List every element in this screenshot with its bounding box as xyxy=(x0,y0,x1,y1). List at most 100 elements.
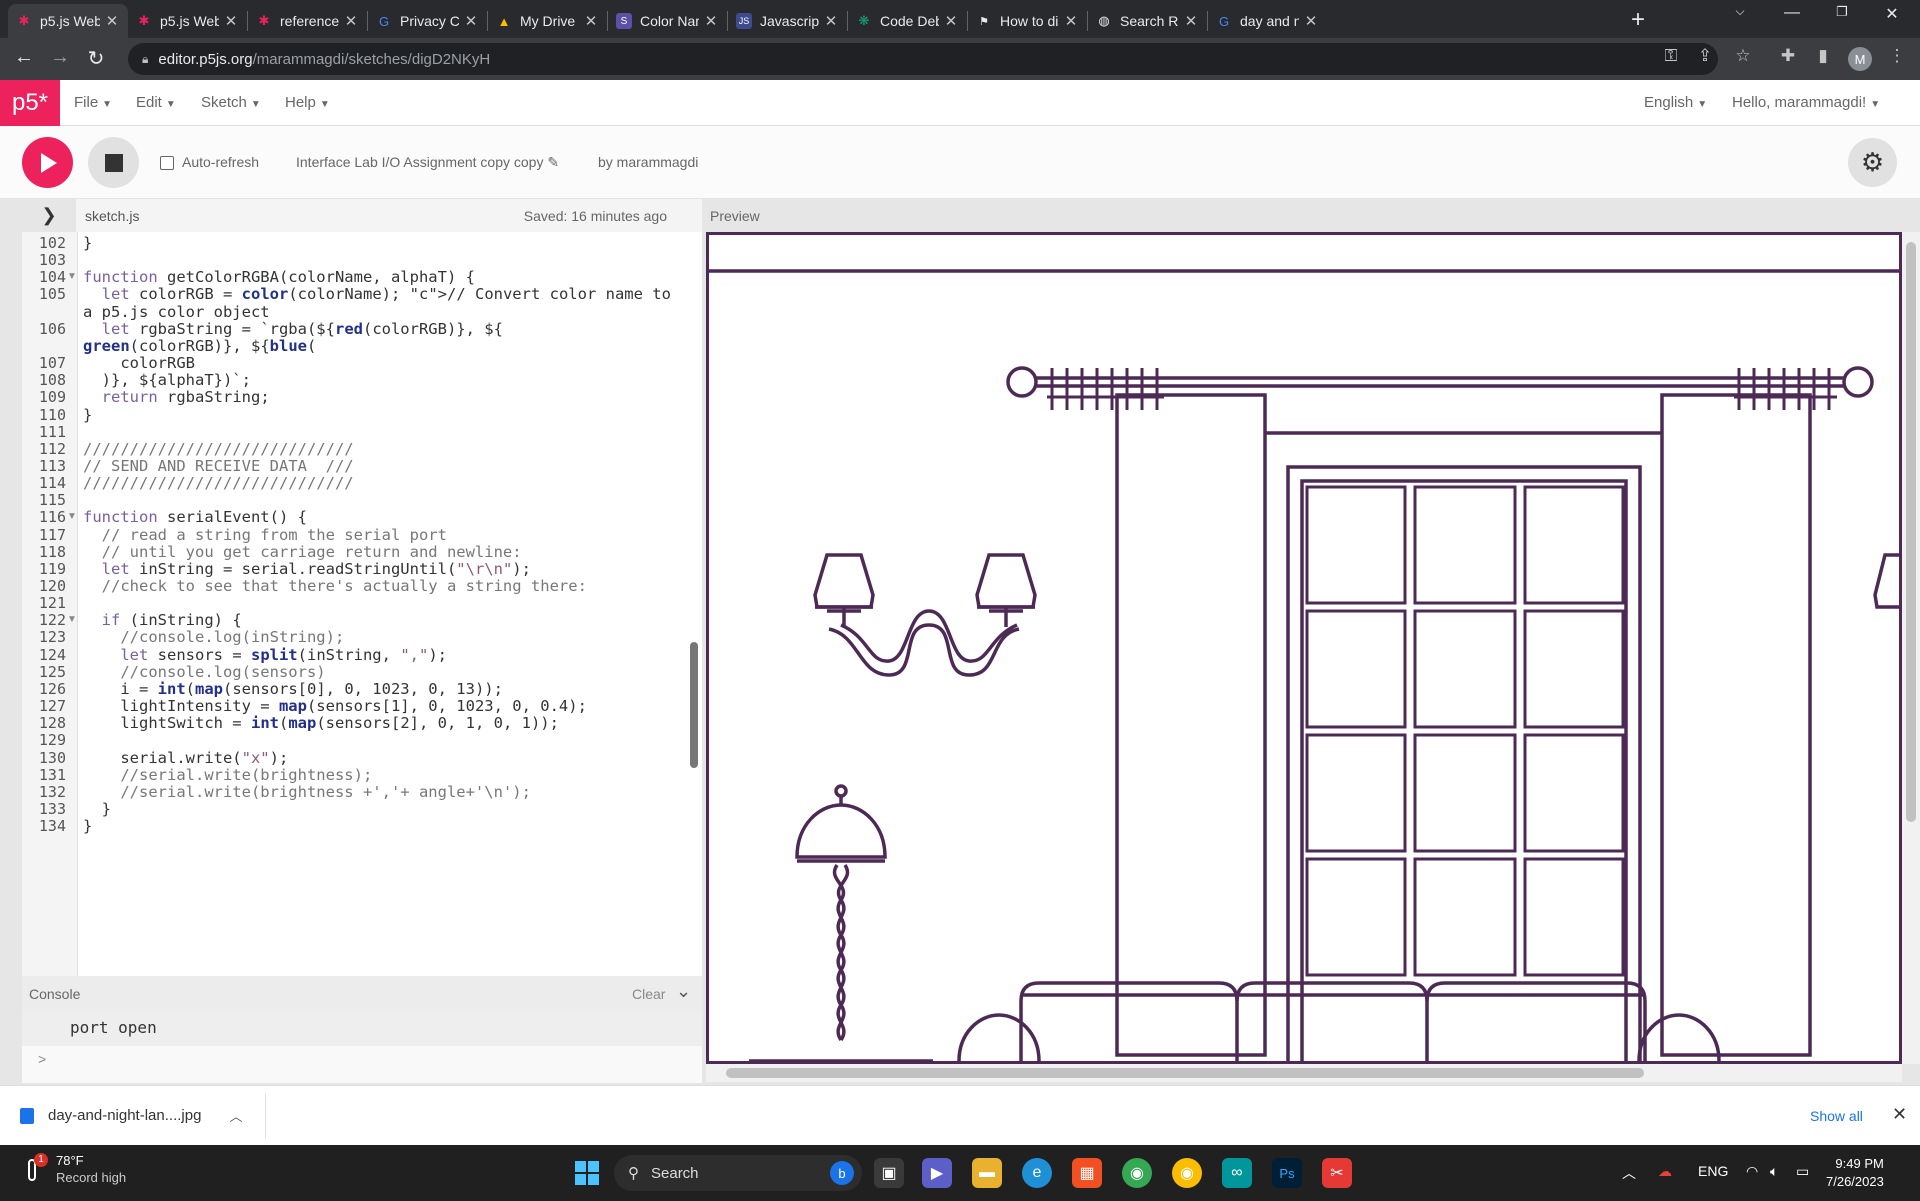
profile-avatar[interactable]: M xyxy=(1848,47,1872,71)
battery-icon[interactable]: ▭ xyxy=(1796,1163,1809,1180)
drive-icon: ▲ xyxy=(497,13,511,29)
pencil-icon[interactable]: ✎ xyxy=(547,154,559,170)
extensions-icon[interactable]: ✚ xyxy=(1775,46,1801,66)
close-icon[interactable]: ✕ xyxy=(463,12,479,30)
close-download-bar-icon[interactable]: ✕ xyxy=(1892,1104,1907,1125)
tab-code-debugger[interactable]: ❋Code Debugger✕ xyxy=(848,4,967,38)
code-editor[interactable]: 102 103 104 ▼ 105 106 107 108 109 110 111 112 113 114… xyxy=(22,232,702,976)
task-view-icon[interactable]: ▣ xyxy=(874,1158,904,1188)
p5-logo[interactable]: p5* xyxy=(0,80,60,126)
arduino-icon[interactable]: ∞ xyxy=(1222,1158,1252,1188)
snipping-tool-icon[interactable]: ✂ xyxy=(1322,1158,1352,1188)
tab-search-results[interactable]: ◍Search Results✕ xyxy=(1088,4,1207,38)
preview-horizontal-scrollbar[interactable] xyxy=(706,1064,1902,1082)
address-bar[interactable]: 🔒︎ editor.p5js.org/marammagdi/sketches/d… xyxy=(128,43,1718,75)
close-icon[interactable]: ✕ xyxy=(823,12,839,30)
close-icon[interactable]: ✕ xyxy=(1063,12,1079,30)
back-button[interactable]: ← xyxy=(10,46,38,69)
side-panel-icon[interactable]: ▮ xyxy=(1810,46,1836,66)
close-icon[interactable]: ✕ xyxy=(583,12,599,30)
sketch-name[interactable]: Interface Lab I/O Assignment copy copy ✎ xyxy=(296,154,559,171)
preview-vertical-scrollbar[interactable] xyxy=(1902,232,1920,1064)
minimize-button[interactable]: — xyxy=(1772,4,1812,22)
show-all-downloads-link[interactable]: Show all xyxy=(1810,1108,1863,1124)
close-icon[interactable]: ✕ xyxy=(104,12,120,30)
key-icon[interactable]: ⚿ xyxy=(1658,46,1684,66)
edge-icon[interactable]: e xyxy=(1022,1158,1052,1188)
volume-icon[interactable]: 🔈︎ xyxy=(1770,1163,1778,1180)
tab-privacy[interactable]: GPrivacy Checkup✕ xyxy=(368,4,487,38)
close-icon[interactable]: ✕ xyxy=(343,12,359,30)
fold-arrow-icon[interactable]: ▼ xyxy=(67,614,77,625)
tab-search-icon[interactable]: ⌵ xyxy=(1720,4,1760,19)
scroll-thumb[interactable] xyxy=(726,1068,1644,1078)
store-icon[interactable]: ▦ xyxy=(1072,1158,1102,1188)
close-window-button[interactable]: ✕ xyxy=(1872,4,1912,24)
weather-widget[interactable]: 1 78°F Record high xyxy=(22,1153,126,1185)
line-number: 129 xyxy=(38,731,66,750)
tab-js-array[interactable]: JSJavascript Array✕ xyxy=(728,4,847,38)
close-icon[interactable]: ✕ xyxy=(703,12,719,30)
menu-edit[interactable]: Edit ▼ xyxy=(136,94,176,111)
tab-drive[interactable]: ▲My Drive - Google Drive✕ xyxy=(488,4,607,38)
browser-window: ✱p5.js Web Editor✕ ✱p5.js Web Editor✕ ✱r… xyxy=(0,0,1920,1145)
chrome-profile-icon[interactable]: ◉ xyxy=(1122,1158,1152,1188)
input-language[interactable]: ENG xyxy=(1698,1163,1728,1179)
system-clock[interactable]: 9:49 PM 7/26/2023 xyxy=(1826,1155,1884,1191)
close-icon[interactable]: ✕ xyxy=(943,12,959,30)
code-line: let sensors = split(inString, ","); xyxy=(120,645,447,664)
tab-reference[interactable]: ✱reference | color()✕ xyxy=(248,4,367,38)
close-icon[interactable]: ✕ xyxy=(223,12,239,30)
teams-icon[interactable]: ▶ xyxy=(922,1158,952,1188)
file-explorer-icon[interactable]: ▬ xyxy=(972,1158,1002,1188)
console-clear-button[interactable]: Clear xyxy=(632,986,665,1002)
photoshop-icon[interactable]: Ps xyxy=(1272,1158,1302,1188)
scroll-thumb[interactable] xyxy=(1906,242,1916,822)
fold-arrow-icon[interactable]: ▼ xyxy=(67,271,77,282)
line-number: 118 xyxy=(38,542,66,561)
close-icon[interactable]: ✕ xyxy=(1303,12,1319,30)
menu-sketch[interactable]: Sketch ▼ xyxy=(201,94,261,111)
code-line: let rgbaString = `rgba(${red(colorRGB)},… xyxy=(101,319,503,338)
console-prompt[interactable]: > xyxy=(38,1051,46,1067)
line-number: 107 xyxy=(38,354,66,373)
download-item[interactable]: day-and-night-lan....jpg ︿ xyxy=(20,1106,242,1125)
start-button[interactable] xyxy=(572,1158,602,1188)
sidebar-toggle-button[interactable]: ❯ xyxy=(22,199,76,232)
language-menu[interactable]: English ▼ xyxy=(1644,94,1707,111)
auto-refresh-checkbox[interactable] xyxy=(160,156,174,170)
share-icon[interactable]: ⇪ xyxy=(1692,46,1718,66)
close-icon[interactable]: ✕ xyxy=(1183,12,1199,30)
stop-icon xyxy=(104,153,123,172)
reload-button[interactable]: ↻ xyxy=(82,46,110,71)
wifi-icon[interactable]: ◠ xyxy=(1746,1163,1758,1180)
tab-color-names[interactable]: SColor Names✕ xyxy=(608,4,727,38)
bookmark-star-icon[interactable]: ☆ xyxy=(1730,46,1756,66)
settings-button[interactable]: ⚙ xyxy=(1848,138,1897,187)
restore-button[interactable]: ❐ xyxy=(1822,4,1862,20)
chevron-up-icon[interactable]: ︿ xyxy=(1622,1163,1636,1183)
chevron-up-icon[interactable]: ︿ xyxy=(229,1106,242,1125)
play-button[interactable] xyxy=(22,137,73,188)
forward-button[interactable]: → xyxy=(46,46,74,69)
editor-scrollbar[interactable] xyxy=(690,642,698,768)
play-icon xyxy=(40,152,57,173)
chevron-down-icon[interactable]: ⌄ xyxy=(676,981,691,1002)
menu-file[interactable]: File ▼ xyxy=(74,94,112,111)
tab-p5-editor-1[interactable]: ✱p5.js Web Editor✕ xyxy=(8,4,128,38)
onedrive-icon[interactable]: ☁ xyxy=(1658,1163,1672,1180)
stop-button[interactable] xyxy=(88,137,139,188)
tab-day-and-night[interactable]: Gday and night✕ xyxy=(1208,4,1327,38)
auto-refresh-label[interactable]: Auto-refresh xyxy=(182,154,259,170)
user-menu[interactable]: Hello, marammagdi! ▼ xyxy=(1732,94,1880,111)
sketch-preview-canvas[interactable] xyxy=(706,232,1902,1064)
tab-p5-editor-2[interactable]: ✱p5.js Web Editor✕ xyxy=(128,4,247,38)
new-tab-button[interactable]: + xyxy=(1631,6,1645,34)
chrome-icon[interactable]: ◉ xyxy=(1172,1158,1202,1188)
taskbar-search[interactable]: ⚲ Search b xyxy=(614,1155,862,1191)
code-line: serial.write("x"); xyxy=(83,748,289,767)
more-menu-icon[interactable]: ⋮ xyxy=(1884,46,1910,66)
tab-how-to-disable[interactable]: ⚑How to disable✕ xyxy=(968,4,1087,38)
fold-arrow-icon[interactable]: ▼ xyxy=(67,511,77,522)
menu-help[interactable]: Help ▼ xyxy=(285,94,330,111)
